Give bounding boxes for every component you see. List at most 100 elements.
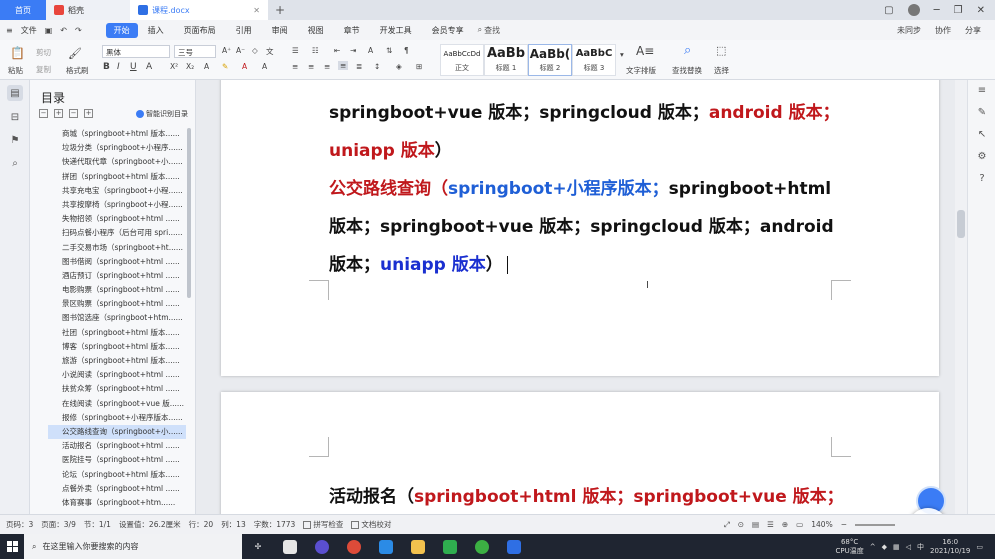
font-grow-icon[interactable]: A⁺: [222, 46, 231, 55]
collaborate-button[interactable]: 协作: [935, 25, 951, 36]
paragraph-versions[interactable]: springboot+vue 版本；springcloud 版本；android…: [329, 94, 849, 170]
web-view-icon[interactable]: ☰: [767, 520, 774, 529]
distributed-icon[interactable]: ≣: [356, 62, 362, 71]
outline-item[interactable]: 点餐外卖（springboot+html ......: [48, 482, 186, 496]
status-setting[interactable]: 设置值：26.2厘米: [119, 519, 181, 530]
font-shrink-icon[interactable]: A⁻: [236, 46, 245, 55]
protect-view-icon[interactable]: ⊙: [738, 520, 744, 529]
underline-icon[interactable]: U: [130, 62, 137, 72]
navigation-pane-icon[interactable]: ⊟: [7, 109, 23, 125]
outline-item[interactable]: 二手交易市场（springboot+ht......: [48, 241, 186, 255]
volume-icon[interactable]: ◁: [906, 543, 911, 551]
outline-item[interactable]: 医院挂号（springboot+html ......: [48, 453, 186, 467]
ime-icon[interactable]: 中: [917, 542, 924, 552]
cut-button[interactable]: 剪切: [36, 47, 51, 58]
outline-item[interactable]: 小说阅读（springboot+html ......: [48, 368, 186, 382]
tab-home[interactable]: 首页: [0, 0, 46, 20]
highlight-icon[interactable]: ✎: [222, 62, 228, 71]
outline-item[interactable]: 电影购票（springboot+html ......: [48, 283, 186, 297]
font-size-select[interactable]: 三号: [174, 45, 216, 58]
outline-item[interactable]: 论坛（springboot+html 版本......: [48, 468, 186, 482]
outline-item[interactable]: 报修（springboot+小程序版本......: [48, 411, 186, 425]
shading-icon[interactable]: ◈: [396, 62, 402, 71]
outline-item[interactable]: 旅游（springboot+html 版本......: [48, 354, 186, 368]
paste-button[interactable]: 粘贴: [8, 65, 23, 76]
outline-item[interactable]: 体育赛事（springboot+htm......: [48, 496, 186, 510]
new-tab-button[interactable]: +: [268, 0, 292, 20]
tab-document[interactable]: 课程.docx ✕: [130, 0, 268, 20]
outline-item[interactable]: 图书借阅（springboot+html ......: [48, 255, 186, 269]
outline-item[interactable]: 共享充电宝（springboot+小程......: [48, 184, 186, 198]
menu-tab-view[interactable]: 视图: [298, 25, 334, 36]
document-canvas[interactable]: springboot+vue 版本；springcloud 版本；android…: [197, 80, 955, 514]
zoom-slider[interactable]: [855, 523, 895, 526]
page-view-icon[interactable]: ▤: [752, 520, 759, 529]
sync-status[interactable]: 未同步: [897, 25, 921, 36]
outline-item[interactable]: 图书馆选座（springboot+htm......: [48, 311, 186, 325]
notification-icon[interactable]: ▭: [976, 543, 983, 551]
bold-icon[interactable]: B: [103, 62, 110, 72]
expand-all-icon[interactable]: +: [54, 109, 63, 118]
outline-item[interactable]: 在线阅读（springboot+vue 版......: [48, 397, 186, 411]
pinyin-icon[interactable]: 文: [266, 46, 274, 57]
outline-item[interactable]: 社团（springboot+html 版本......: [48, 326, 186, 340]
outline-item[interactable]: 共享按摩椅（springboot+小程......: [48, 198, 186, 212]
help-icon[interactable]: ?: [975, 172, 989, 186]
collapse-all-icon[interactable]: −: [39, 109, 48, 118]
line-spacing-icon[interactable]: ↕: [374, 62, 380, 71]
align-left-icon[interactable]: ≡: [292, 62, 298, 71]
document-page[interactable]: springboot+vue 版本；springcloud 版本；android…: [221, 80, 939, 376]
proofread-toggle[interactable]: 文档校对: [351, 519, 391, 530]
outline-item[interactable]: 扫码点餐小程序（后台可用 spri......: [48, 226, 186, 240]
window-count-icon[interactable]: ▢: [884, 5, 893, 16]
outline-pane-icon[interactable]: ▤: [7, 85, 23, 101]
taskbar-app-chrome[interactable]: [338, 534, 370, 559]
style-heading-3[interactable]: AaBbC 标题 3: [572, 44, 616, 76]
outline-add-icon[interactable]: +: [84, 109, 93, 118]
property-pane-icon[interactable]: ⚙: [975, 150, 989, 164]
minimize-icon[interactable]: ─: [934, 5, 940, 16]
menu-tab-chapter[interactable]: 章节: [334, 25, 370, 36]
menu-tab-review[interactable]: 审阅: [262, 25, 298, 36]
increase-indent-icon[interactable]: ⇥: [350, 46, 356, 55]
taskbar-app-vscode[interactable]: [370, 534, 402, 559]
chinese-layout-icon[interactable]: A: [368, 46, 373, 55]
network-icon[interactable]: ▦: [893, 543, 900, 551]
outline-item[interactable]: 失物招领（springboot+html ......: [48, 212, 186, 226]
italic-icon[interactable]: I: [117, 62, 120, 72]
share-button[interactable]: 分享: [965, 25, 981, 36]
select-button[interactable]: 选择: [714, 65, 729, 76]
outline-item[interactable]: 酒店预订（springboot+html ......: [48, 269, 186, 283]
status-pages[interactable]: 页面：3/9: [41, 519, 76, 530]
style-more-icon[interactable]: ▾: [620, 50, 624, 59]
align-right-icon[interactable]: ≡: [324, 62, 330, 71]
paste-icon[interactable]: 📋: [10, 46, 25, 60]
zoom-level[interactable]: 140%: [811, 520, 832, 529]
style-normal[interactable]: AaBbCcDd 正文: [440, 44, 484, 76]
style-heading-1[interactable]: AaBb 标题 1: [484, 44, 528, 76]
select-pane-icon[interactable]: ↖: [975, 128, 989, 142]
status-row[interactable]: 行：20: [189, 519, 214, 530]
taskbar-search-box[interactable]: ⌕ 在这里输入你要搜索的内容: [24, 534, 242, 559]
taskbar-app-folder[interactable]: [402, 534, 434, 559]
bookmark-icon[interactable]: ⚑: [7, 132, 23, 148]
document-page-next[interactable]: 活动报名（springboot+html 版本；springboot+vue 版…: [221, 392, 939, 514]
fullscreen-icon[interactable]: ⤢: [724, 520, 730, 530]
taskbar-app-wps[interactable]: [498, 534, 530, 559]
tab-docer[interactable]: 稻壳: [46, 0, 130, 20]
status-page[interactable]: 页码：3: [6, 519, 33, 530]
hamburger-icon[interactable]: ≡: [6, 26, 13, 35]
tray-chevron-icon[interactable]: ^: [870, 543, 876, 551]
superscript-icon[interactable]: X²: [170, 62, 178, 71]
collapse-sidebar-icon[interactable]: ≡: [975, 84, 989, 98]
menu-search[interactable]: ⌕ 查找: [478, 25, 500, 36]
outline-item[interactable]: 商城（springboot+html 版本......: [48, 127, 186, 141]
bullets-icon[interactable]: ☰: [292, 46, 299, 55]
find-replace-button[interactable]: 查找替换: [672, 65, 702, 76]
undo-icon[interactable]: ↶: [60, 26, 67, 35]
style-heading-2[interactable]: AaBb( 标题 2: [528, 44, 572, 76]
tray-app-icon[interactable]: ◆: [882, 543, 887, 551]
menu-tab-start[interactable]: 开始: [105, 22, 138, 38]
menu-tab-developer[interactable]: 开发工具: [370, 25, 422, 36]
menu-tab-insert[interactable]: 插入: [138, 25, 174, 36]
